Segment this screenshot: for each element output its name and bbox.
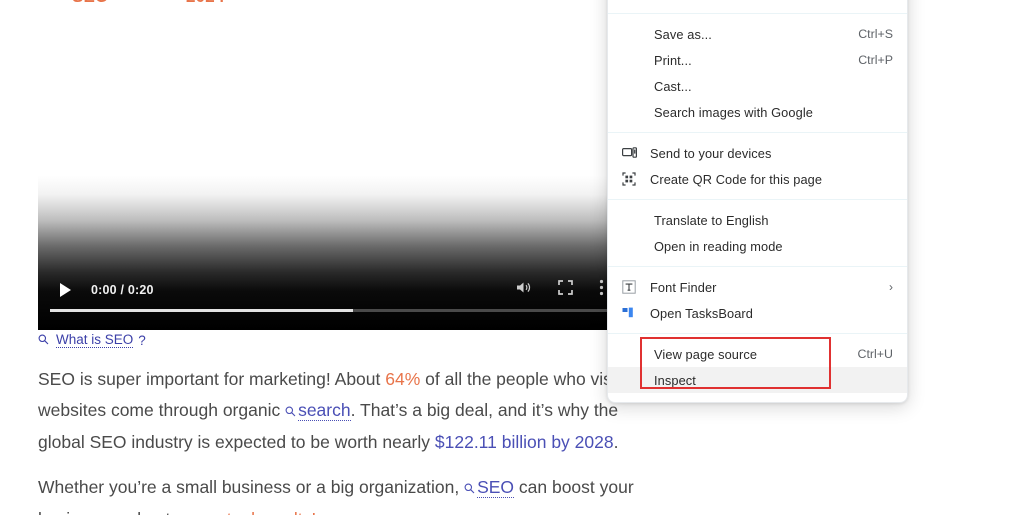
menu-item-open-tasksboard[interactable]: Open TasksBoard: [608, 300, 907, 326]
caption-link-tail: ?: [138, 333, 146, 348]
menu-item-inspect[interactable]: Inspect: [608, 367, 907, 393]
menu-item-save-as[interactable]: Save as... Ctrl+S: [608, 21, 907, 47]
menu-item-search-images-with-google[interactable]: Search images with Google: [608, 99, 907, 125]
menu-item-label: Create QR Code for this page: [650, 172, 893, 187]
menu-separator: [608, 132, 907, 133]
devtools-menu-group: View page source Ctrl+U Inspect: [608, 341, 907, 393]
screen: SEO 2024 0:00 / 0:20: [0, 0, 1024, 515]
menu-item-label: Save as...: [654, 27, 844, 42]
caption-link[interactable]: What is SEO ?: [38, 332, 638, 348]
menu-separator: [608, 333, 907, 334]
run-text: Whether you’re a small business or a big…: [38, 477, 464, 497]
menu-item-view-page-source[interactable]: View page source Ctrl+U: [608, 341, 907, 367]
menu-item-translate-to-english[interactable]: Translate to English: [608, 207, 907, 233]
qr-code-icon: [620, 170, 638, 188]
menu-item-shortcut: Ctrl+U: [858, 347, 893, 361]
video-controls: 0:00 / 0:20: [38, 270, 620, 330]
search-icon: [285, 396, 296, 427]
menu-item-cast[interactable]: Cast...: [608, 73, 907, 99]
menu-item-send-to-your-devices[interactable]: Send to your devices: [608, 140, 907, 166]
chevron-right-icon: ›: [889, 280, 893, 294]
menu-item-label: Font Finder: [650, 280, 879, 295]
menu-item-label: Search images with Google: [654, 105, 879, 120]
paragraph-1: SEO is super important for marketing! Ab…: [38, 364, 638, 458]
video-player[interactable]: 0:00 / 0:20: [38, 8, 620, 330]
menu-item-create-qr-code[interactable]: Create QR Code for this page: [608, 166, 907, 192]
video-progress-bar[interactable]: [50, 309, 612, 312]
menu-item-label: View page source: [654, 347, 844, 362]
article-body: What is SEO ? SEO is super important for…: [38, 332, 638, 515]
caption-link-label[interactable]: What is SEO: [56, 332, 133, 348]
volume-icon[interactable]: [515, 280, 532, 300]
top-fragment-1: SEO: [72, 0, 109, 6]
menu-separator: [608, 199, 907, 200]
fullscreen-icon[interactable]: [558, 280, 573, 300]
menu-item-label: Inspect: [654, 373, 879, 388]
menu-separator: [608, 13, 907, 14]
menu-item-print[interactable]: Print... Ctrl+P: [608, 47, 907, 73]
paragraph-2: Whether you’re a small business or a big…: [38, 472, 638, 515]
menu-item-label: Open in reading mode: [654, 239, 893, 254]
video-progress-buffered: [50, 309, 353, 312]
video-time-display: 0:00 / 0:20: [91, 283, 154, 297]
page-top-text-fragment: SEO 2024: [0, 0, 620, 6]
menu-item-label: Print...: [654, 53, 844, 68]
menu-separator: [608, 266, 907, 267]
browser-context-menu[interactable]: Save as... Ctrl+S Print... Ctrl+P Cast..…: [607, 0, 908, 403]
menu-item-shortcut: Ctrl+S: [858, 27, 893, 41]
run-text: SEO is super important for marketing! Ab…: [38, 369, 385, 389]
menu-item-label: Send to your devices: [650, 146, 893, 161]
run-text: .: [614, 432, 619, 452]
kebab-menu-icon[interactable]: [599, 279, 604, 301]
menu-item-label: Translate to English: [654, 213, 893, 228]
menu-item-open-in-reading-mode[interactable]: Open in reading mode: [608, 233, 907, 259]
inline-link-seo[interactable]: SEO: [477, 477, 514, 498]
play-button[interactable]: [60, 283, 71, 297]
emphasis-results: actual results!: [208, 509, 316, 515]
stat-percent: 64%: [385, 369, 420, 389]
menu-item-label: Open TasksBoard: [650, 306, 893, 321]
search-icon: [464, 473, 475, 504]
menu-item-label: Cast...: [654, 79, 879, 94]
menu-item-font-finder[interactable]: Font Finder ›: [608, 274, 907, 300]
stat-market-value: $122.11 billion by 2028: [435, 432, 614, 452]
top-fragment-2: 2024: [186, 0, 225, 6]
tasksboard-icon: [620, 304, 638, 322]
send-to-devices-icon: [620, 144, 638, 162]
inline-link-search[interactable]: search: [298, 400, 351, 421]
font-finder-icon: [620, 278, 638, 296]
menu-item-shortcut: Ctrl+P: [858, 53, 893, 67]
search-icon: [38, 333, 49, 348]
